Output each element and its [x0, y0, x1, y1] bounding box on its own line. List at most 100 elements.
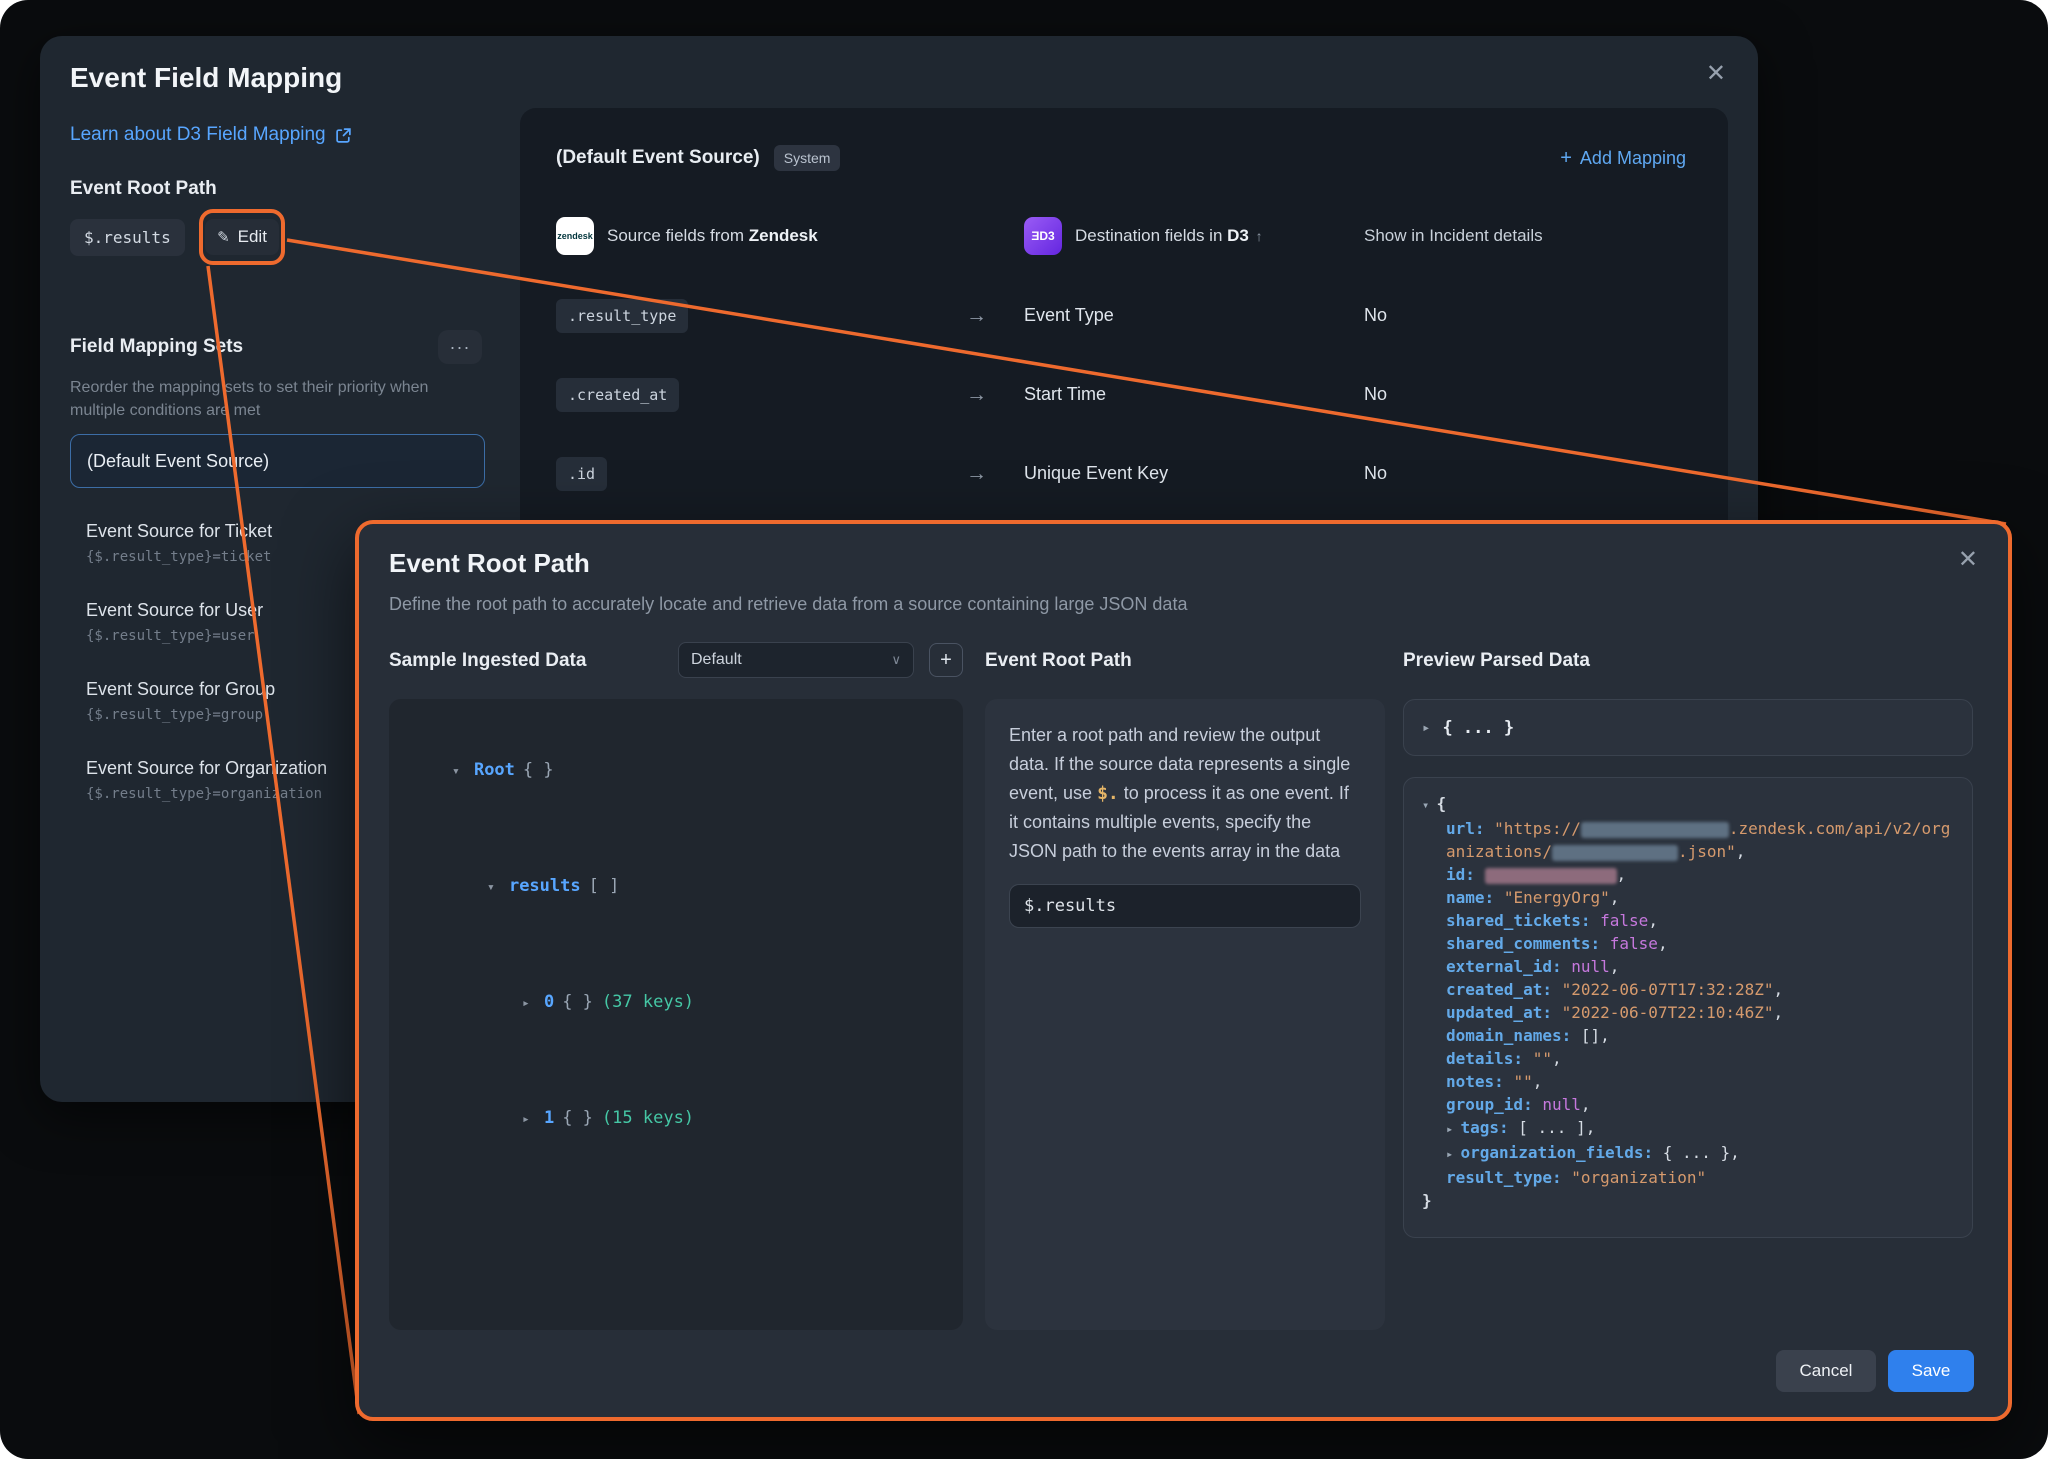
redacted-value [1552, 845, 1678, 861]
preview-collapsed-row[interactable]: ▸ { ... } [1403, 699, 1973, 756]
add-sample-button[interactable]: + [929, 643, 963, 677]
tree-node-name: results [509, 876, 581, 896]
d3-logo-icon: ƎD3 [1024, 217, 1062, 255]
close-icon[interactable]: ✕ [1954, 544, 1982, 576]
field-mapping-sets-title: Field Mapping Sets [70, 336, 243, 358]
edit-highlight-callout: ✎ Edit [199, 209, 285, 265]
sample-dropdown-value: Default [691, 651, 742, 669]
tree-node-meta: (15 keys) [602, 1108, 694, 1128]
json-line: result_type: "organization" [1422, 1166, 1954, 1189]
tree-node[interactable]: ▸0{ }(37 keys) [389, 945, 963, 1061]
mapping-panel-title: (Default Event Source) [556, 147, 760, 169]
tree-node[interactable]: ▾Root { } [389, 713, 963, 829]
destination-field-value[interactable]: Unique Event Key [1024, 463, 1364, 484]
json-line: details: "", [1422, 1047, 1954, 1070]
arrow-right-icon: → [966, 462, 1024, 486]
mapping-row: .result_type → Event Type No [556, 276, 1692, 355]
more-options-button[interactable]: ··· [438, 330, 482, 364]
modal-actions: Cancel Save [1776, 1350, 1974, 1392]
mapping-panel-header: (Default Event Source) System + Add Mapp… [556, 138, 1692, 178]
mapping-column-headers: zendesk Source fields from Zendesk ƎD3 D… [556, 214, 1692, 258]
source-field-chip[interactable]: .id [556, 457, 607, 491]
mapping-set-item[interactable]: (Default Event Source) [70, 434, 485, 488]
tree-node-bracket: [ ] [589, 876, 620, 896]
tree-caret-icon[interactable]: ▾ [452, 753, 474, 791]
json-line: ▸ organization_fields: { ... }, [1422, 1141, 1954, 1166]
tree-node-bracket: { } [523, 760, 554, 780]
close-icon[interactable]: ✕ [1702, 58, 1730, 90]
source-column-header: zendesk Source fields from Zendesk [556, 217, 966, 255]
json-line: external_id: null, [1422, 955, 1954, 978]
save-button[interactable]: Save [1888, 1350, 1974, 1392]
json-line: ▸ tags: [ ... ], [1422, 1116, 1954, 1141]
destination-column-header[interactable]: ƎD3 Destination fields in D3 ↑ [1024, 217, 1364, 255]
root-path-modal-title: Event Root Path [389, 548, 590, 579]
json-line: group_id: null, [1422, 1093, 1954, 1116]
json-line: } [1422, 1189, 1954, 1212]
root-path-panel: Enter a root path and review the output … [985, 699, 1385, 1330]
caret-right-icon: ▸ [1422, 720, 1430, 736]
tree-node[interactable]: ▸1 { } (15 keys) [389, 1061, 963, 1177]
show-in-incident-value[interactable]: No [1364, 463, 1692, 484]
json-line: shared_comments: false, [1422, 932, 1954, 955]
show-in-incident-value[interactable]: No [1364, 305, 1692, 326]
learn-link-label: Learn about D3 Field Mapping [70, 124, 326, 146]
add-mapping-label: Add Mapping [1580, 148, 1686, 169]
mapping-row: .id → Unique Event Key No [556, 434, 1692, 513]
root-path-instructions: Enter a root path and review the output … [1009, 721, 1361, 866]
json-line: notes: "", [1422, 1070, 1954, 1093]
add-mapping-button[interactable]: + Add Mapping [1554, 146, 1692, 171]
pencil-icon: ✎ [217, 228, 230, 246]
json-line: id: , [1422, 863, 1954, 886]
sample-ingested-data-title: Sample Ingested Data [389, 650, 586, 672]
destination-field-value[interactable]: Start Time [1024, 384, 1364, 405]
app-background: ✕ Event Field Mapping Learn about D3 Fie… [0, 0, 2048, 1459]
tree-caret-icon[interactable]: ▾ [487, 869, 509, 907]
collapsed-object-label: { ... } [1442, 718, 1514, 738]
tree-caret-icon[interactable]: ▸ [522, 1101, 544, 1139]
event-root-path-modal: Event Root Path ✕ Define the root path t… [355, 520, 2012, 1421]
tree-node-name: 1 [544, 1108, 554, 1128]
show-in-incident-value[interactable]: No [1364, 384, 1692, 405]
preview-parsed-data-title: Preview Parsed Data [1403, 650, 1590, 672]
edit-button[interactable]: ✎ Edit [205, 219, 279, 255]
root-path-input[interactable] [1009, 884, 1361, 928]
event-root-path-section-title: Event Root Path [985, 650, 1132, 672]
json-line: name: "EnergyOrg", [1422, 886, 1954, 909]
json-line: updated_at: "2022-06-07T22:10:46Z", [1422, 1001, 1954, 1024]
tree-node[interactable]: ▾results [ ] [389, 829, 963, 945]
sort-ascending-icon: ↑ [1256, 228, 1263, 244]
event-root-path-label: Event Root Path [70, 178, 217, 200]
cancel-button[interactable]: Cancel [1776, 1350, 1876, 1392]
destination-field-value[interactable]: Event Type [1024, 305, 1364, 326]
json-line: url: "https://.zendesk.com/api/v2/organi… [1422, 817, 1954, 863]
path-highlight: $. [1097, 783, 1119, 804]
learn-d3-field-mapping-link[interactable]: Learn about D3 Field Mapping [70, 124, 352, 146]
json-line: shared_tickets: false, [1422, 909, 1954, 932]
sample-dropdown[interactable]: Default ∨ [678, 642, 914, 678]
field-mapping-sets-header: Field Mapping Sets ··· [70, 330, 482, 364]
plus-icon: + [1560, 147, 1572, 170]
json-line: domain_names: [], [1422, 1024, 1954, 1047]
tree-caret-icon[interactable]: ▸ [522, 985, 544, 1023]
external-link-icon [335, 127, 352, 144]
system-badge: System [774, 145, 841, 171]
tree-node-name: 0 [544, 992, 554, 1012]
field-mapping-sets-description: Reorder the mapping sets to set their pr… [70, 376, 428, 422]
mapping-set-label: (Default Event Source) [87, 448, 269, 474]
page-title: Event Field Mapping [70, 62, 342, 94]
source-field-chip[interactable]: .created_at [556, 378, 679, 412]
root-path-modal-subtitle: Define the root path to accurately locat… [389, 594, 1187, 615]
show-column-header: Show in Incident details [1364, 226, 1692, 246]
edit-button-label: Edit [238, 227, 267, 247]
destination-name: D3 [1227, 226, 1249, 245]
arrow-right-icon: → [966, 304, 1024, 328]
tree-node-bracket: { } [562, 1108, 593, 1128]
arrow-right-icon: → [966, 383, 1024, 407]
zendesk-logo-icon: zendesk [556, 217, 594, 255]
redacted-value [1581, 822, 1729, 838]
redacted-value [1485, 868, 1617, 884]
preview-json-block: ▾ {url: "https://.zendesk.com/api/v2/org… [1403, 777, 1973, 1238]
tree-node-name: Root [474, 760, 515, 780]
source-field-chip[interactable]: .result_type [556, 299, 688, 333]
